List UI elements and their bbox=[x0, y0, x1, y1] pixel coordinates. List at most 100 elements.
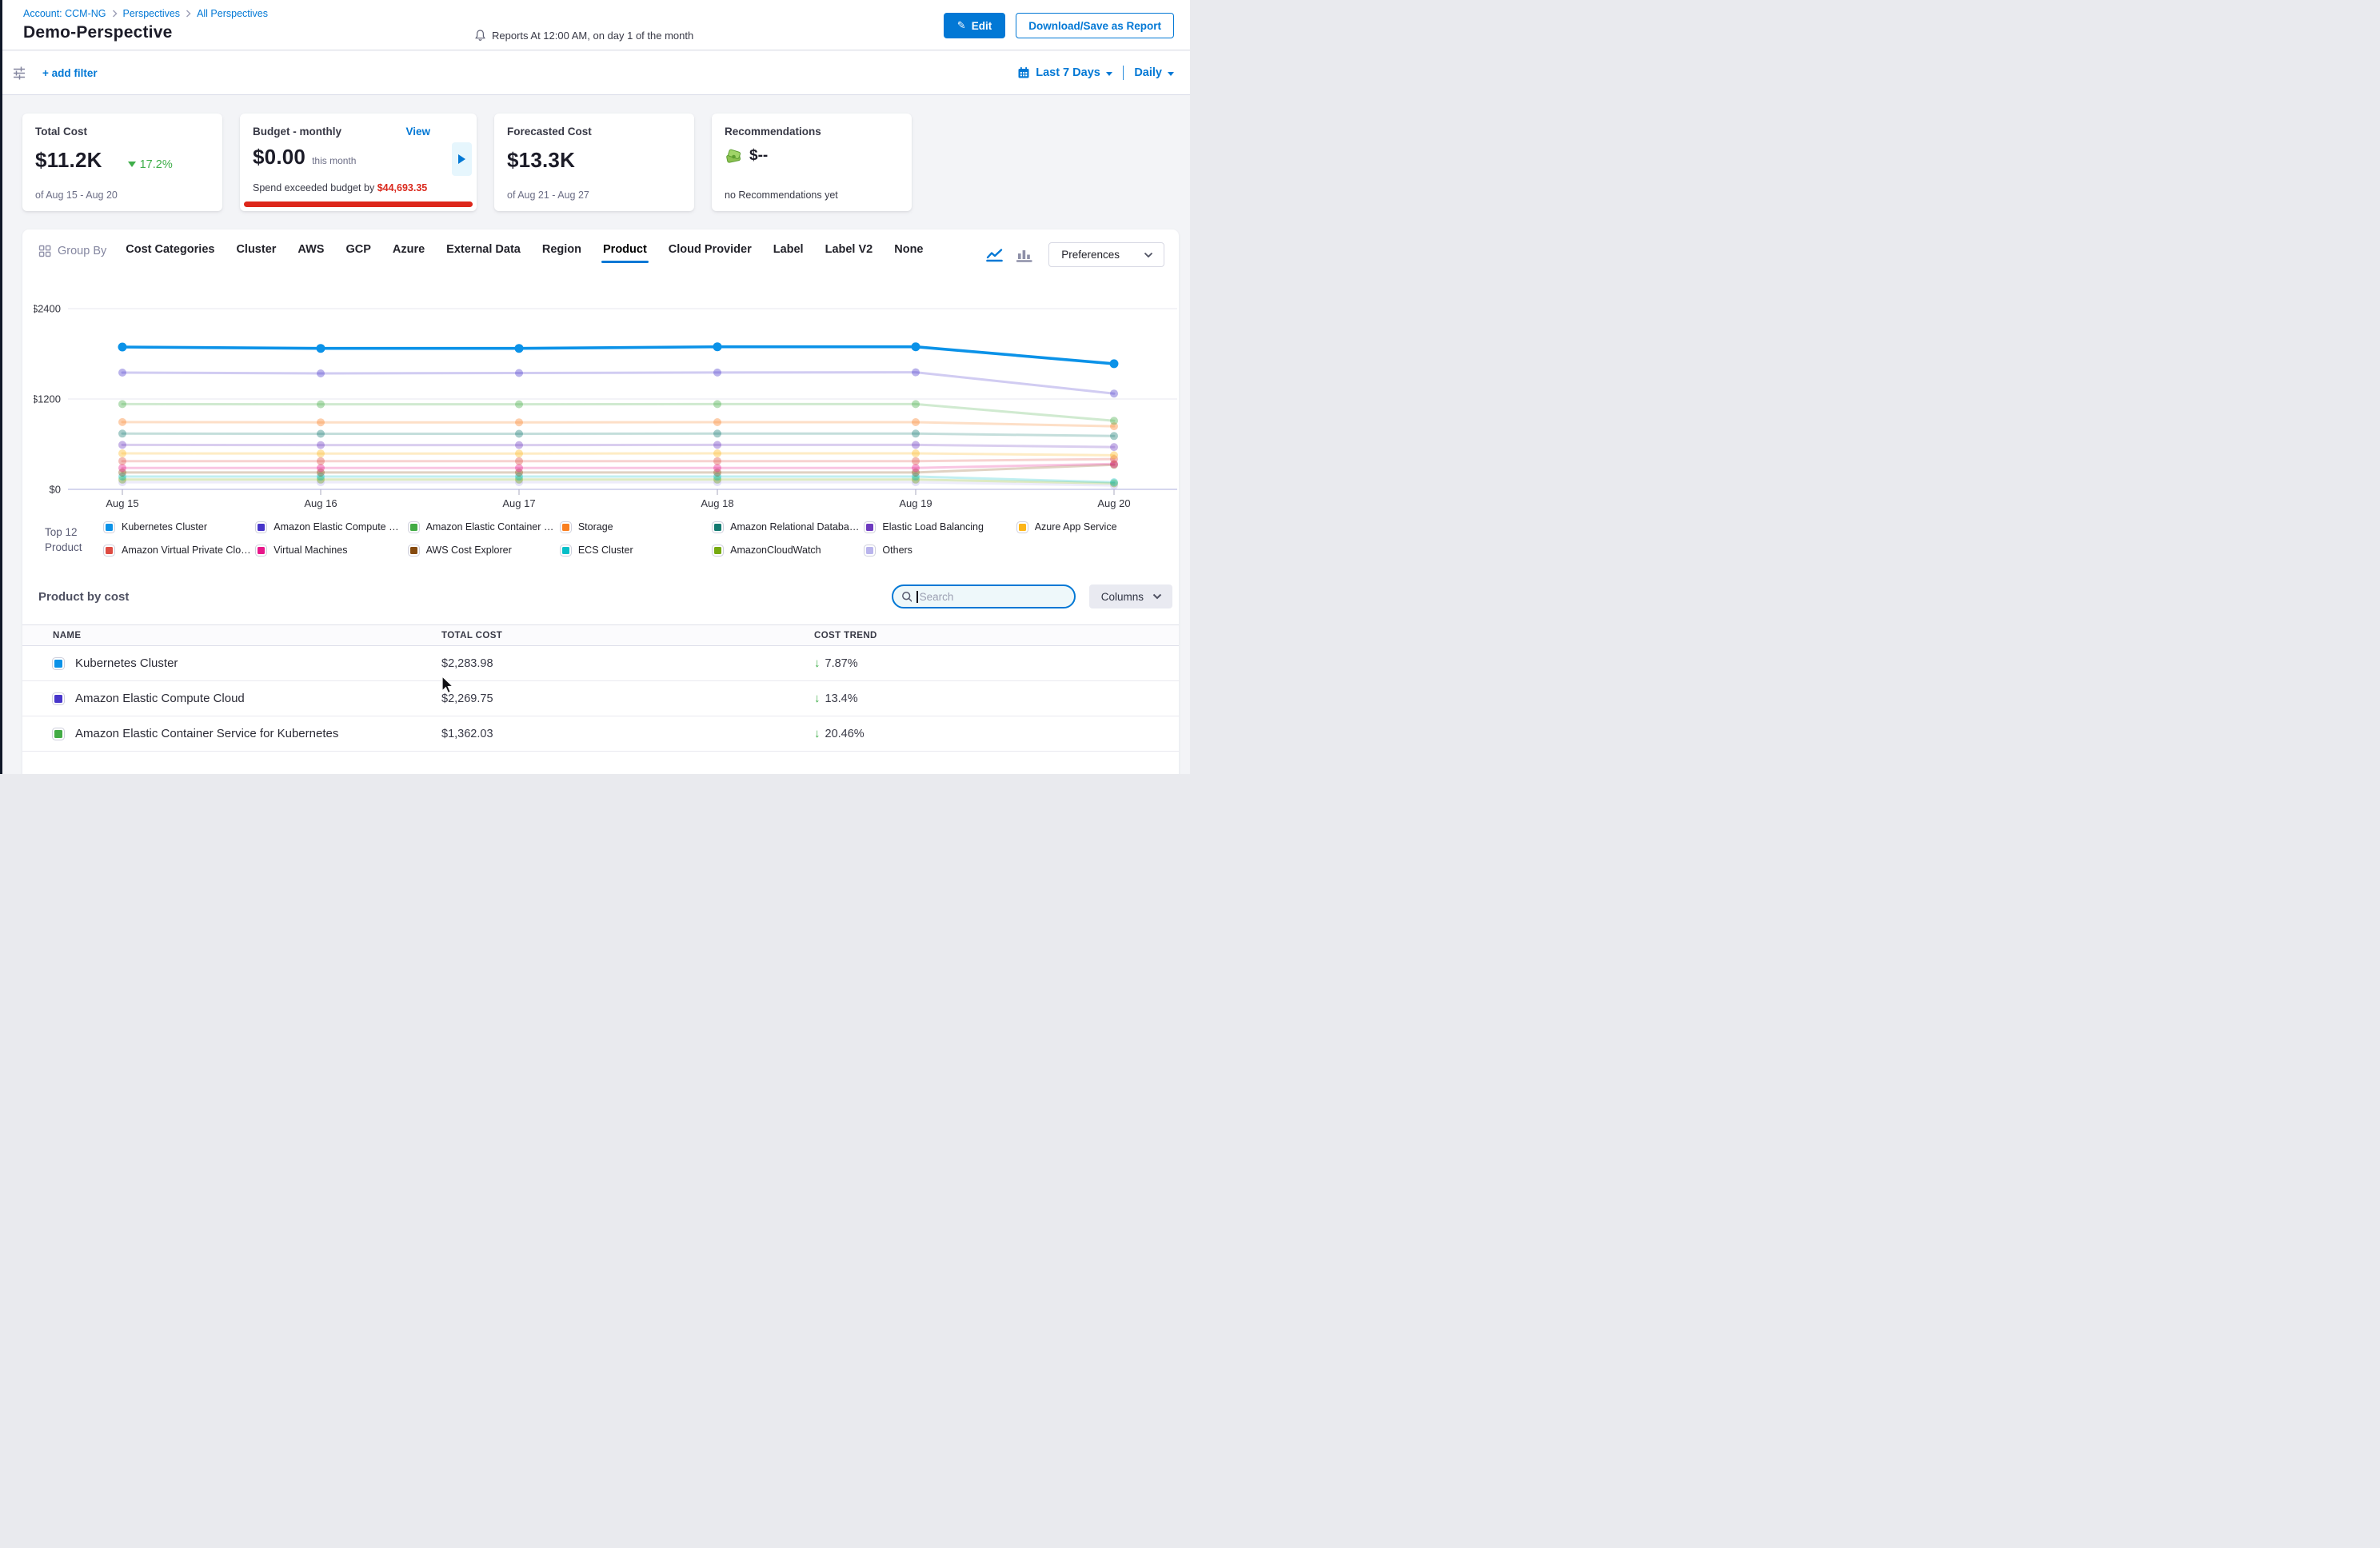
groupby-tab-azure[interactable]: Azure bbox=[393, 243, 425, 263]
legend-item-amazon-relational-database[interactable]: Amazon Relational Database ... bbox=[713, 521, 860, 533]
layout-grid-icon bbox=[38, 245, 52, 257]
bar-chart-toggle[interactable] bbox=[1016, 247, 1032, 263]
budget-view-link[interactable]: View bbox=[405, 126, 430, 138]
chevron-right-icon bbox=[186, 10, 191, 18]
groupby-tab-gcp[interactable]: GCP bbox=[345, 243, 370, 263]
legend-item-amazon-elastic-container-se[interactable]: Amazon Elastic Container Se... bbox=[409, 521, 556, 533]
groupby-tab-region[interactable]: Region bbox=[542, 243, 581, 263]
filter-sliders-icon[interactable] bbox=[11, 66, 27, 81]
table-body: Kubernetes Cluster$2,283.98↓7.87%Amazon … bbox=[22, 646, 1179, 752]
breadcrumb: Account: CCM-NG Perspectives All Perspec… bbox=[23, 8, 268, 19]
legend-item-ecs-cluster[interactable]: ECS Cluster bbox=[561, 545, 708, 556]
search-icon bbox=[901, 591, 912, 603]
svg-text:Aug 18: Aug 18 bbox=[701, 497, 733, 509]
edit-button-label: Edit bbox=[972, 20, 992, 32]
search-input[interactable] bbox=[920, 591, 1066, 603]
legend-item-label: AWS Cost Explorer bbox=[426, 545, 512, 556]
recommendations-note: no Recommendations yet bbox=[725, 190, 838, 201]
legend-item-others[interactable]: Others bbox=[865, 545, 1012, 556]
legend-swatch bbox=[713, 522, 723, 533]
breadcrumb-perspectives-link[interactable]: Perspectives bbox=[123, 8, 181, 19]
row-name: Amazon Elastic Container Service for Kub… bbox=[75, 727, 338, 740]
date-range-picker[interactable]: Last 7 Days bbox=[1017, 66, 1112, 79]
row-trend-percent: 20.46% bbox=[825, 728, 865, 740]
budget-card: Budget - monthly View $0.00 this month S… bbox=[240, 114, 477, 211]
breadcrumb-account-link[interactable]: Account: CCM-NG bbox=[23, 8, 106, 19]
date-range-label: Last 7 Days bbox=[1036, 66, 1100, 79]
legend-items: Kubernetes Cluster Amazon Elastic Compute… bbox=[104, 521, 1164, 556]
header-actions: ✎ Edit Download/Save as Report bbox=[944, 13, 1174, 38]
next-budget-arrow-button[interactable] bbox=[452, 142, 472, 176]
group-by-tabs: Cost Categories Cluster AWS GCP Azure Externa… bbox=[126, 243, 923, 263]
columns-dropdown[interactable]: Columns bbox=[1089, 584, 1172, 608]
content-area: Total Cost $11.2K 17.2% of Aug 15 - Aug … bbox=[2, 96, 1190, 774]
legend-item-virtual-machines[interactable]: Virtual Machines bbox=[256, 545, 403, 556]
legend-item-label: Virtual Machines bbox=[274, 545, 347, 556]
budget-value-suffix: this month bbox=[312, 155, 356, 166]
cost-trend-chart[interactable]: $2400$1200$0Aug 15Aug 16Aug 17Aug 18Aug … bbox=[34, 293, 1177, 510]
legend-item-kubernetes-cluster[interactable]: Kubernetes Cluster bbox=[104, 521, 251, 533]
legend-item-storage[interactable]: Storage bbox=[561, 521, 708, 533]
add-filter-button[interactable]: + add filter bbox=[42, 67, 98, 79]
groupby-tab-label[interactable]: Label bbox=[773, 243, 804, 263]
edit-button[interactable]: ✎ Edit bbox=[944, 13, 1005, 38]
groupby-tab-cost-categories[interactable]: Cost Categories bbox=[126, 243, 214, 263]
chevron-right-icon bbox=[112, 10, 118, 18]
legend-item-amazon-elastic-compute-clo[interactable]: Amazon Elastic Compute Clo... bbox=[256, 521, 403, 533]
row-total-cost: $1,362.03 bbox=[441, 728, 814, 740]
filter-bar: + add filter Last 7 Days Daily bbox=[2, 51, 1190, 95]
legend-item-aws-cost-explorer[interactable]: AWS Cost Explorer bbox=[409, 545, 556, 556]
recommendations-value: $-- bbox=[749, 147, 768, 165]
legend-item-label: ECS Cluster bbox=[578, 545, 633, 556]
svg-text:$0: $0 bbox=[50, 484, 61, 496]
budget-exceeded-amount: $44,693.35 bbox=[377, 182, 428, 194]
groupby-tab-external-data[interactable]: External Data bbox=[446, 243, 521, 263]
legend-item-azure-app-service[interactable]: Azure App Service bbox=[1017, 521, 1164, 533]
money-icon bbox=[725, 148, 743, 165]
download-save-report-button[interactable]: Download/Save as Report bbox=[1016, 13, 1174, 38]
calendar-icon bbox=[1017, 66, 1030, 79]
report-schedule-text: Reports At 12:00 AM, on day 1 of the mon… bbox=[492, 30, 693, 42]
group-by-row: Group By Cost CategoriesClusterAWSGCPAzu… bbox=[22, 229, 1179, 267]
legend-swatch bbox=[104, 545, 114, 556]
groupby-tab-aws[interactable]: AWS bbox=[298, 243, 324, 263]
table-row-kubernetes-cluster[interactable]: Kubernetes Cluster$2,283.98↓7.87% bbox=[22, 646, 1179, 681]
legend-item-elastic-load-balancing[interactable]: Elastic Load Balancing bbox=[865, 521, 1012, 533]
groupby-tab-cluster[interactable]: Cluster bbox=[236, 243, 276, 263]
pencil-icon: ✎ bbox=[957, 19, 966, 32]
line-chart-icon bbox=[985, 247, 1004, 263]
granularity-select[interactable]: Daily bbox=[1134, 66, 1174, 79]
legend-swatch bbox=[561, 545, 571, 556]
play-icon bbox=[458, 154, 465, 164]
legend-item-label: Amazon Virtual Private Cloud bbox=[122, 545, 251, 556]
chevron-down-icon bbox=[1152, 593, 1162, 600]
row-color-swatch bbox=[53, 693, 64, 704]
breadcrumb-all-perspectives-link[interactable]: All Perspectives bbox=[197, 8, 268, 19]
table-search[interactable] bbox=[892, 584, 1076, 608]
groupby-tab-none[interactable]: None bbox=[894, 243, 923, 263]
row-name: Kubernetes Cluster bbox=[75, 656, 178, 670]
table-row-amazon-elastic-compute-cloud[interactable]: Amazon Elastic Compute Cloud$2,269.75↓13… bbox=[22, 681, 1179, 716]
svg-text:$1200: $1200 bbox=[34, 393, 61, 405]
legend-item-amazoncloudwatch[interactable]: AmazonCloudWatch bbox=[713, 545, 860, 556]
line-chart-toggle[interactable] bbox=[985, 247, 1004, 263]
column-header-total-cost: TOTAL COST bbox=[441, 631, 814, 640]
legend-swatch bbox=[865, 522, 875, 533]
groupby-tab-product[interactable]: Product bbox=[603, 243, 647, 263]
preferences-dropdown[interactable]: Preferences bbox=[1048, 242, 1164, 267]
legend-item-label: Kubernetes Cluster bbox=[122, 521, 207, 533]
groupby-tab-cloud-provider[interactable]: Cloud Provider bbox=[669, 243, 752, 263]
budget-progress-bar bbox=[244, 201, 473, 207]
summary-cards: Total Cost $11.2K 17.2% of Aug 15 - Aug … bbox=[22, 114, 912, 211]
report-schedule: Reports At 12:00 AM, on day 1 of the mon… bbox=[474, 29, 693, 42]
row-trend-percent: 13.4% bbox=[825, 692, 858, 705]
legend-item-label: Azure App Service bbox=[1035, 521, 1117, 533]
legend-item-label: Amazon Elastic Compute Clo... bbox=[274, 521, 403, 533]
groupby-tab-label-v2[interactable]: Label V2 bbox=[825, 243, 873, 263]
legend-item-label: AmazonCloudWatch bbox=[730, 545, 821, 556]
ccm-perspective-page: Account: CCM-NG Perspectives All Perspec… bbox=[0, 0, 1190, 774]
total-cost-card: Total Cost $11.2K 17.2% of Aug 15 - Aug … bbox=[22, 114, 222, 211]
legend-item-amazon-virtual-private-cloud[interactable]: Amazon Virtual Private Cloud bbox=[104, 545, 251, 556]
sidebar-edge bbox=[0, 0, 2, 774]
table-row-amazon-elastic-container-service-for-kubernetes[interactable]: Amazon Elastic Container Service for Kub… bbox=[22, 716, 1179, 752]
